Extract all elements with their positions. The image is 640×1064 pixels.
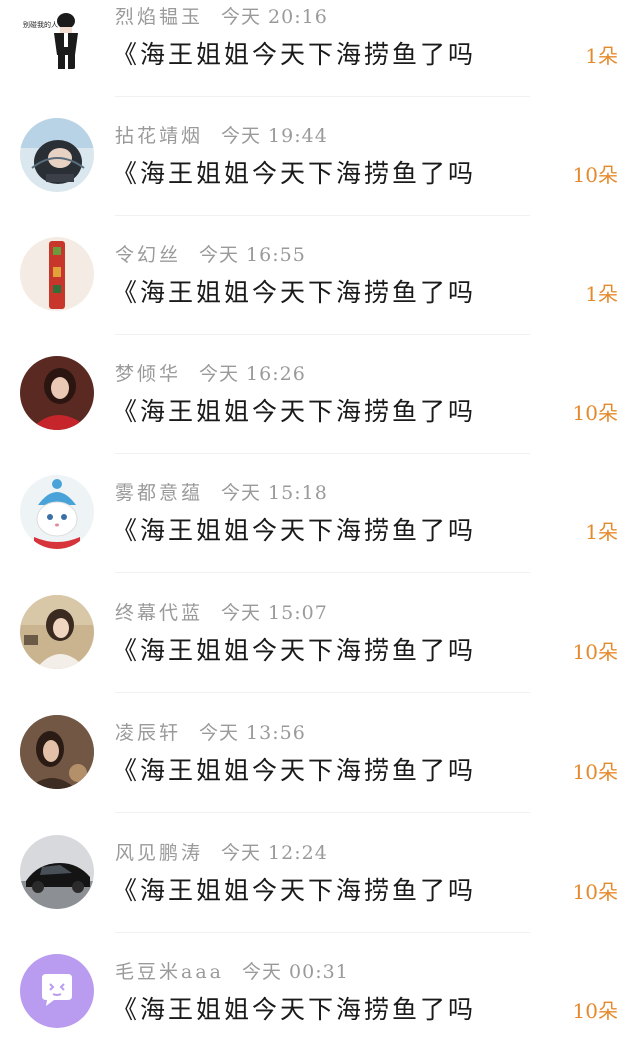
item-meta: 凌辰轩 今天 13:56 [115, 718, 306, 748]
avatar[interactable] [20, 835, 94, 909]
flower-count: 10朵 [572, 880, 618, 904]
list-item[interactable]: 别碰我的人 烈焰韫玉 今天 20:16 《海王姐姐今天下海捞鱼了吗 1朵 [0, 0, 640, 109]
avatar[interactable] [20, 475, 94, 549]
username[interactable]: 风见鹏涛 [115, 842, 203, 864]
username[interactable]: 凌辰轩 [115, 722, 181, 744]
girl-photo-avatar-icon [20, 118, 94, 192]
avatar[interactable] [20, 237, 94, 311]
cat-hat-avatar-icon [20, 475, 94, 549]
gift-message: 《海王姐姐今天下海捞鱼了吗 [112, 516, 477, 545]
avatar[interactable]: 别碰我的人 [20, 0, 94, 73]
username[interactable]: 梦倾华 [115, 363, 181, 385]
item-meta: 拈花靖烟 今天 19:44 [115, 121, 328, 151]
divider [115, 334, 530, 335]
username[interactable]: 令幻丝 [115, 244, 181, 266]
username[interactable]: 终幕代蓝 [115, 602, 203, 624]
anime-boy-avatar-icon: 别碰我的人 [20, 0, 94, 73]
gift-message: 《海王姐姐今天下海捞鱼了吗 [112, 397, 477, 426]
flower-count: 10朵 [572, 401, 618, 425]
list-item[interactable]: 拈花靖烟 今天 19:44 《海王姐姐今天下海捞鱼了吗 10朵 [0, 109, 640, 228]
gift-message: 《海王姐姐今天下海捞鱼了吗 [112, 756, 477, 785]
gift-record-list: 别碰我的人 烈焰韫玉 今天 20:16 《海王姐姐今天下海捞鱼了吗 1朵 拈花靖烟… [0, 0, 640, 1053]
avatar[interactable] [20, 715, 94, 789]
flower-count: 10朵 [572, 999, 618, 1023]
username[interactable]: 毛豆米aaa [115, 961, 224, 983]
flower-count: 1朵 [585, 44, 618, 68]
item-meta: 雾都意蕴 今天 15:18 [115, 478, 328, 508]
item-meta: 毛豆米aaa 今天 00:31 [115, 957, 349, 987]
gift-message: 《海王姐姐今天下海捞鱼了吗 [112, 159, 477, 188]
divider [115, 453, 530, 454]
divider [115, 932, 530, 933]
timestamp: 今天 16:55 [199, 244, 306, 266]
timestamp: 今天 15:07 [221, 602, 328, 624]
flower-count: 10朵 [572, 163, 618, 187]
avatar[interactable] [20, 356, 94, 430]
gift-message: 《海王姐姐今天下海捞鱼了吗 [112, 278, 477, 307]
flower-count: 10朵 [572, 760, 618, 784]
list-item[interactable]: 雾都意蕴 今天 15:18 《海王姐姐今天下海捞鱼了吗 1朵 [0, 466, 640, 585]
list-item[interactable]: 毛豆米aaa 今天 00:31 《海王姐姐今天下海捞鱼了吗 10朵 [0, 945, 640, 1064]
flower-count: 10朵 [572, 640, 618, 664]
gift-message: 《海王姐姐今天下海捞鱼了吗 [112, 995, 477, 1024]
list-item[interactable]: 凌辰轩 今天 13:56 《海王姐姐今天下海捞鱼了吗 10朵 [0, 706, 640, 825]
divider [115, 215, 530, 216]
timestamp: 今天 00:31 [241, 961, 349, 983]
black-car-avatar-icon [20, 835, 94, 909]
divider [115, 96, 530, 97]
gift-message: 《海王姐姐今天下海捞鱼了吗 [112, 636, 477, 665]
woman-red-avatar-icon [20, 356, 94, 430]
timestamp: 今天 16:26 [199, 363, 306, 385]
item-meta: 风见鹏涛 今天 12:24 [115, 838, 328, 868]
timestamp: 今天 19:44 [221, 125, 328, 147]
avatar[interactable] [20, 595, 94, 669]
gift-message: 《海王姐姐今天下海捞鱼了吗 [112, 876, 477, 905]
avatar-caption: 别碰我的人 [23, 20, 58, 29]
list-item[interactable]: 令幻丝 今天 16:55 《海王姐姐今天下海捞鱼了吗 1朵 [0, 228, 640, 347]
avatar[interactable] [20, 118, 94, 192]
default-chat-avatar-icon [20, 954, 94, 1028]
girl-dark-avatar-icon [20, 715, 94, 789]
item-meta: 终幕代蓝 今天 15:07 [115, 598, 328, 628]
list-item[interactable]: 终幕代蓝 今天 15:07 《海王姐姐今天下海捞鱼了吗 10朵 [0, 586, 640, 705]
divider [115, 692, 530, 693]
item-meta: 烈焰韫玉 今天 20:16 [115, 2, 328, 32]
list-item[interactable]: 梦倾华 今天 16:26 《海王姐姐今天下海捞鱼了吗 10朵 [0, 347, 640, 466]
timestamp: 今天 12:24 [221, 842, 328, 864]
girl-scarf-avatar-icon [20, 595, 94, 669]
item-meta: 令幻丝 今天 16:55 [115, 240, 306, 270]
username[interactable]: 拈花靖烟 [115, 125, 203, 147]
timestamp: 今天 20:16 [221, 6, 328, 28]
divider [115, 572, 530, 573]
username[interactable]: 雾都意蕴 [115, 482, 203, 504]
gift-message: 《海王姐姐今天下海捞鱼了吗 [112, 40, 477, 69]
flower-count: 1朵 [585, 282, 618, 306]
username[interactable]: 烈焰韫玉 [115, 6, 203, 28]
timestamp: 今天 13:56 [199, 722, 306, 744]
avatar[interactable] [20, 954, 94, 1028]
red-pillar-avatar-icon [20, 237, 94, 311]
timestamp: 今天 15:18 [221, 482, 328, 504]
item-meta: 梦倾华 今天 16:26 [115, 359, 306, 389]
list-item[interactable]: 风见鹏涛 今天 12:24 《海王姐姐今天下海捞鱼了吗 10朵 [0, 826, 640, 945]
divider [115, 812, 530, 813]
flower-count: 1朵 [585, 520, 618, 544]
